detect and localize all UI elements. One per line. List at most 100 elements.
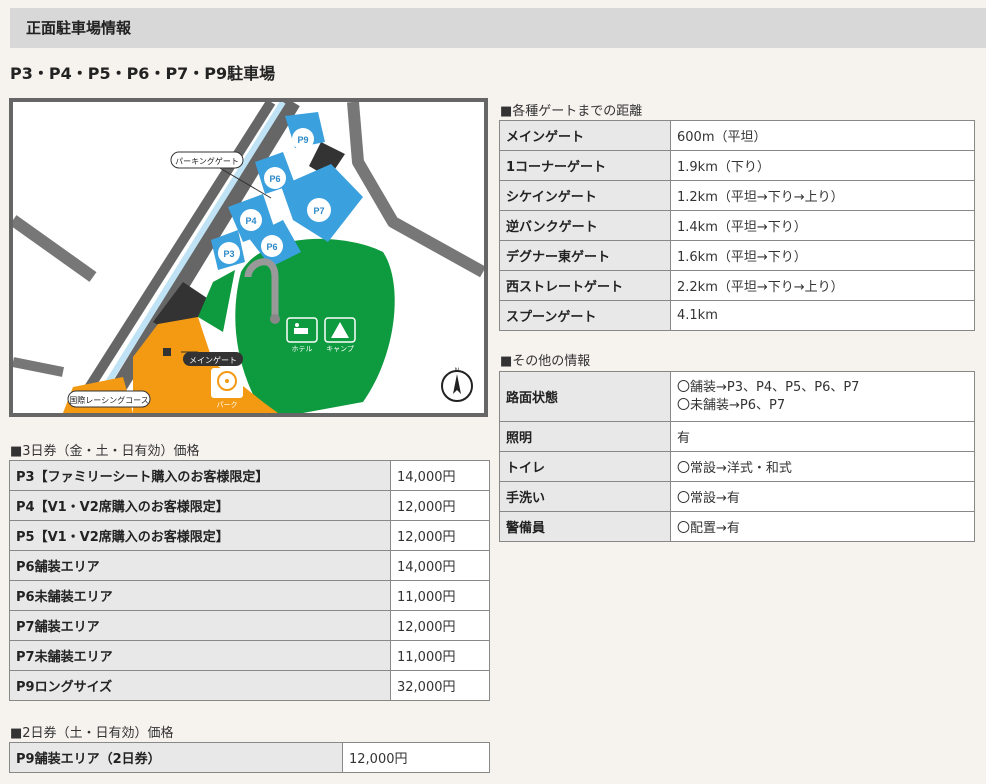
price-row-value: 12,000円	[342, 742, 490, 773]
info-row-label: トイレ	[499, 451, 671, 482]
price-row-value: 14,000円	[390, 550, 490, 581]
price-2day-table: P9舗装エリア（2日券） 12,000円	[9, 742, 490, 773]
lot-label-p9-text: P9	[297, 135, 308, 145]
info-value-line: 〇常設→有	[677, 491, 740, 506]
gate-row-value: 1.9km（下り）	[670, 150, 975, 181]
info-row: 路面状態 〇舗装→P3、P4、P5、P6、P7 〇未舗装→P6、P7	[499, 371, 975, 422]
gate-row-label: デグナー東ゲート	[499, 240, 671, 271]
gate-distance-table: メインゲート 600m（平坦） 1コーナーゲート 1.9km（下り） シケインゲート 1.…	[499, 120, 975, 331]
lot-label-p9: P9	[292, 128, 314, 150]
gate-row-label: スプーンゲート	[499, 300, 671, 331]
info-row-value: 有	[670, 421, 975, 452]
section-header: 正面駐車場情報	[10, 8, 986, 48]
price-row-label: P9ロングサイズ	[9, 670, 391, 701]
map-svg: P9 P6 P7 P4 P3 P6 パーキングゲート メインゲート ホテル キャ…	[13, 102, 484, 413]
info-row: 手洗い 〇常設→有	[499, 481, 975, 512]
lot-label-p6: P6	[261, 235, 283, 257]
hotel-label: ホテル	[292, 345, 313, 353]
price-row-value: 12,000円	[390, 610, 490, 641]
price-row-label: P4【V1・V2席購入のお客様限定】	[9, 490, 391, 521]
gate-row: 1コーナーゲート 1.9km（下り）	[499, 150, 975, 181]
price-row: P3【ファミリーシート購入のお客様限定】 14,000円	[9, 460, 490, 491]
info-row-value: 〇常設→洋式・和式	[670, 451, 975, 482]
price-row: P6舗装エリア 14,000円	[9, 550, 490, 581]
price-row-label: P5【V1・V2席購入のお客様限定】	[9, 520, 391, 551]
price-row: P9舗装エリア（2日券） 12,000円	[9, 742, 490, 773]
info-row-value: 〇常設→有	[670, 481, 975, 512]
park-label: パーク	[217, 401, 238, 409]
info-row: トイレ 〇常設→洋式・和式	[499, 451, 975, 482]
gate-row-value: 2.2km（平坦→下り→上り）	[670, 270, 975, 301]
lot-label-p4: P4	[240, 209, 262, 231]
info-row: 警備員 〇配置→有	[499, 511, 975, 542]
park-ferris-wheel-icon	[211, 368, 243, 398]
info-value-line: 〇未舗装→P6、P7	[677, 397, 786, 413]
main-gate-marker	[163, 348, 171, 356]
info-row-value: 〇配置→有	[670, 511, 975, 542]
parking-lot-title: P3・P4・P5・P6・P7・P9駐車場	[10, 64, 276, 83]
lot-label-p3: P3	[218, 242, 240, 264]
gate-row: デグナー東ゲート 1.6km（平坦→下り）	[499, 240, 975, 271]
gates-caption: ■各種ゲートまでの距離	[500, 104, 643, 119]
gate-row-label: メインゲート	[499, 120, 671, 151]
parking-map: P9 P6 P7 P4 P3 P6 パーキングゲート メインゲート ホテル キャ…	[9, 98, 488, 417]
gate-row-value: 4.1km	[670, 300, 975, 331]
info-value-line: 〇配置→有	[677, 521, 740, 536]
lot-label-p4-text: P4	[245, 216, 256, 226]
gate-row: 西ストレートゲート 2.2km（平坦→下り→上り）	[499, 270, 975, 301]
price-2day-caption: ■2日券（土・日有効）価格	[10, 726, 174, 741]
price-3day-table: P3【ファミリーシート購入のお客様限定】 14,000円 P4【V1・V2席購入のお…	[9, 460, 490, 701]
price-row: P5【V1・V2席購入のお客様限定】 12,000円	[9, 520, 490, 551]
other-info-caption: ■その他の情報	[500, 354, 591, 369]
info-row-label: 警備員	[499, 511, 671, 542]
price-row-value: 11,000円	[390, 640, 490, 671]
parking-gate-label: パーキングゲート	[175, 156, 239, 166]
price-row-label: P7舗装エリア	[9, 610, 391, 641]
north-arrow-icon	[441, 370, 473, 402]
info-row-label: 手洗い	[499, 481, 671, 512]
gate-row-label: 1コーナーゲート	[499, 150, 671, 181]
camp-label: キャンプ	[326, 345, 354, 353]
lot-label-p6-text: P6	[266, 242, 277, 252]
course-label: 国際レーシングコース	[69, 395, 148, 405]
north-label: N	[455, 368, 459, 374]
gate-row-value: 600m（平坦）	[670, 120, 975, 151]
gate-row: メインゲート 600m（平坦）	[499, 120, 975, 151]
info-value-line: 〇常設→洋式・和式	[677, 461, 792, 476]
price-3day-caption: ■3日券（金・土・日有効）価格	[10, 444, 200, 459]
info-row-value: 〇舗装→P3、P4、P5、P6、P7 〇未舗装→P6、P7	[670, 371, 975, 422]
price-row-label: P3【ファミリーシート購入のお客様限定】	[9, 460, 391, 491]
price-row: P7舗装エリア 12,000円	[9, 610, 490, 641]
info-value-line: 〇舗装→P3、P4、P5、P6、P7	[677, 379, 860, 395]
main-gate-label: メインゲート	[189, 355, 237, 365]
other-info-table: 路面状態 〇舗装→P3、P4、P5、P6、P7 〇未舗装→P6、P7 照明有トイレ 〇常…	[499, 371, 975, 542]
price-row-label: P6舗装エリア	[9, 550, 391, 581]
price-row-label: P6未舗装エリア	[9, 580, 391, 611]
info-row-label: 照明	[499, 421, 671, 452]
lot-label-p6-top-text: P6	[269, 174, 280, 184]
lot-label-p7: P7	[307, 198, 331, 222]
gate-row-value: 1.4km（平坦→下り）	[670, 210, 975, 241]
price-row: P6未舗装エリア 11,000円	[9, 580, 490, 611]
price-row-label: P9舗装エリア（2日券）	[9, 742, 343, 773]
section-title: 正面駐車場情報	[26, 19, 132, 37]
gate-row-value: 1.6km（平坦→下り）	[670, 240, 975, 271]
price-row: P4【V1・V2席購入のお客様限定】 12,000円	[9, 490, 490, 521]
gate-row: スプーンゲート 4.1km	[499, 300, 975, 331]
price-row-value: 12,000円	[390, 520, 490, 551]
price-row-label: P7未舗装エリア	[9, 640, 391, 671]
gate-row: 逆バンクゲート 1.4km（平坦→下り）	[499, 210, 975, 241]
info-row-label: 路面状態	[499, 371, 671, 422]
gate-row-label: 逆バンクゲート	[499, 210, 671, 241]
gate-row-value: 1.2km（平坦→下り→上り）	[670, 180, 975, 211]
gate-row: シケインゲート 1.2km（平坦→下り→上り）	[499, 180, 975, 211]
lot-label-p7-text: P7	[313, 206, 324, 216]
price-row-value: 12,000円	[390, 490, 490, 521]
road-end-marker	[270, 314, 280, 324]
price-row: P9ロングサイズ 32,000円	[9, 670, 490, 701]
gate-row-label: 西ストレートゲート	[499, 270, 671, 301]
price-row-value: 14,000円	[390, 460, 490, 491]
info-value-line: 有	[677, 431, 691, 446]
price-row-value: 11,000円	[390, 580, 490, 611]
price-row-value: 32,000円	[390, 670, 490, 701]
